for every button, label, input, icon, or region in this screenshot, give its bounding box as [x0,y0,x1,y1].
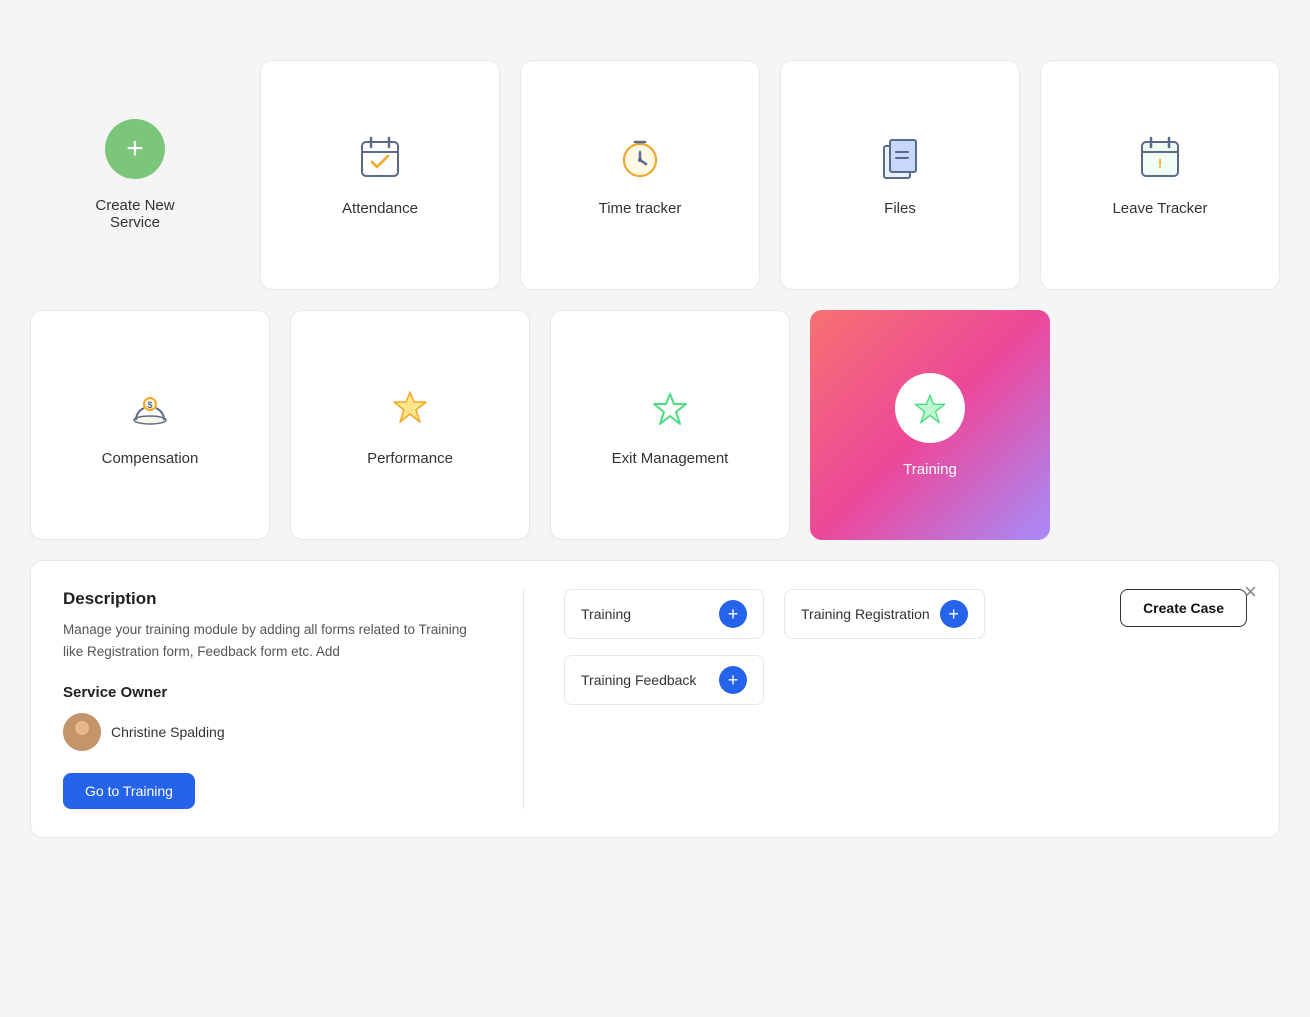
files-icon [876,134,924,182]
close-button[interactable]: × [1244,579,1257,605]
card-performance-label: Performance [367,450,453,467]
form-training-label: Training [581,606,709,622]
goto-training-button[interactable]: Go to Training [63,773,195,809]
panel-left: Description Manage your training module … [63,589,483,809]
form-training-feedback-label: Training Feedback [581,672,709,688]
card-leave-tracker-label: Leave Tracker [1112,200,1207,217]
page-container: + Create New Service Attendance [0,0,1310,878]
create-plus-icon: + [105,119,165,179]
form-item-training-registration: Training Registration + [784,589,985,639]
svg-text:!: ! [1158,156,1162,171]
panel-right: Training + Training Registration + Creat… [564,589,1247,705]
card-performance[interactable]: Performance [290,310,530,540]
attendance-icon [356,134,404,182]
card-training-label: Training [903,461,957,478]
row2: $ Compensation Performance [30,310,1280,540]
leave-icon: ! [1136,134,1184,182]
training-star-circle [895,373,965,443]
card-files[interactable]: Files [780,60,1020,290]
description-text: Manage your training module by adding al… [63,619,483,662]
add-training-button[interactable]: + [719,600,747,628]
clock-icon [616,134,664,182]
card-compensation[interactable]: $ Compensation [30,310,270,540]
panel-divider [523,589,524,809]
owner-name: Christine Spalding [111,724,225,740]
owner-avatar [63,713,101,751]
training-icon-wrapper [895,373,965,443]
svg-text:$: $ [147,400,152,410]
create-icon-wrapper: + [105,119,165,179]
form-training-registration-label: Training Registration [801,606,930,622]
card-time-tracker-label: Time tracker [599,200,682,217]
card-exit-management-label: Exit Management [612,450,729,467]
exit-icon [646,384,694,432]
cards-grid: + Create New Service Attendance [30,60,1280,838]
card-create-new-service[interactable]: + Create New Service [30,60,240,290]
card-attendance-label: Attendance [342,200,418,217]
form-item-training-feedback: Training Feedback + [564,655,764,705]
create-case-button[interactable]: Create Case [1120,589,1247,627]
card-files-label: Files [884,200,916,217]
card-attendance[interactable]: Attendance [260,60,500,290]
forms-row-1: Training + Training Registration + Creat… [564,589,1247,639]
description-title: Description [63,589,483,609]
card-create-label: Create New Service [95,197,174,231]
row1: + Create New Service Attendance [30,60,1280,290]
card-time-tracker[interactable]: Time tracker [520,60,760,290]
card-training[interactable]: Training [810,310,1050,540]
card-compensation-label: Compensation [102,450,199,467]
service-owner-label: Service Owner [63,684,483,701]
card-exit-management[interactable]: Exit Management [550,310,790,540]
add-training-feedback-button[interactable]: + [719,666,747,694]
performance-icon [386,384,434,432]
form-item-training: Training + [564,589,764,639]
forms-row-2: Training Feedback + [564,655,1247,705]
add-training-registration-button[interactable]: + [940,600,968,628]
detail-panel: × Description Manage your training modul… [30,560,1280,838]
owner-row: Christine Spalding [63,713,483,751]
compensation-icon: $ [126,384,174,432]
card-leave-tracker[interactable]: ! Leave Tracker [1040,60,1280,290]
